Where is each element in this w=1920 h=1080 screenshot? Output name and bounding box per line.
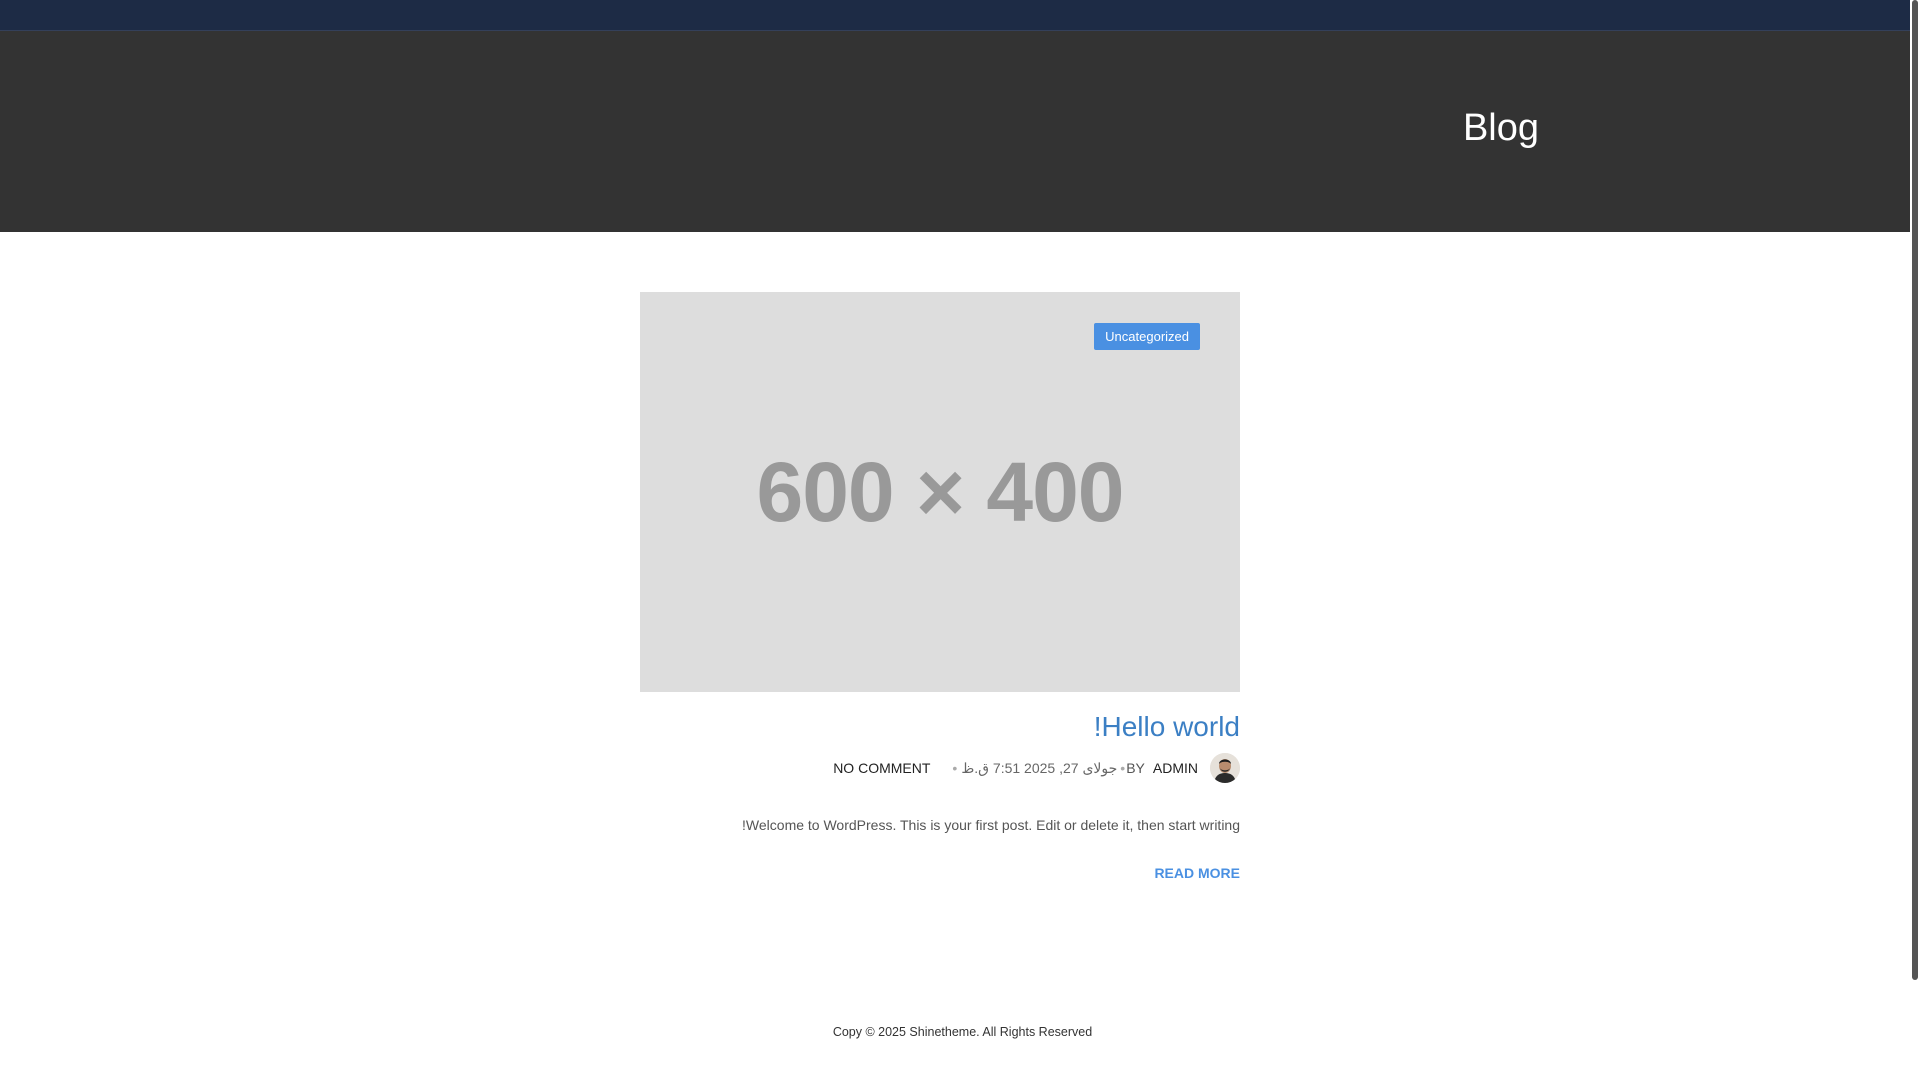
post-excerpt: !Welcome to WordPress. This is your firs… <box>742 817 1240 833</box>
post-card: 600 × 400 Uncategorized !Hello world ADM… <box>640 292 1240 881</box>
author-link[interactable]: ADMIN <box>1153 760 1198 776</box>
scrollbar-thumb[interactable] <box>1912 0 1918 980</box>
page-header: Blog <box>0 31 1910 232</box>
post-meta: ADMIN BY • جولای 27, 2025 7:51 ق.ظ • NO … <box>640 753 1240 783</box>
by-label: BY <box>1126 760 1145 776</box>
meta-separator: • <box>1120 760 1126 776</box>
post-date: جولای 27, 2025 7:51 ق.ظ <box>961 759 1118 776</box>
category-badge[interactable]: Uncategorized <box>1094 323 1200 350</box>
thumbnail-placeholder-text: 600 × 400 <box>756 444 1124 539</box>
comments-link[interactable]: NO COMMENT <box>833 760 930 776</box>
footer-copyright: Copy © 2025 Shinetheme. All Rights Reser… <box>832 1025 1093 1039</box>
page-title: Blog <box>1462 107 1539 149</box>
read-more-link[interactable]: READ MORE <box>640 865 1240 881</box>
meta-separator: • <box>952 760 958 776</box>
top-bar <box>0 0 1910 31</box>
post-title[interactable]: !Hello world <box>640 710 1240 744</box>
avatar-icon <box>1210 753 1240 783</box>
avatar[interactable] <box>1210 753 1240 783</box>
post-thumbnail[interactable]: 600 × 400 Uncategorized <box>640 292 1240 692</box>
